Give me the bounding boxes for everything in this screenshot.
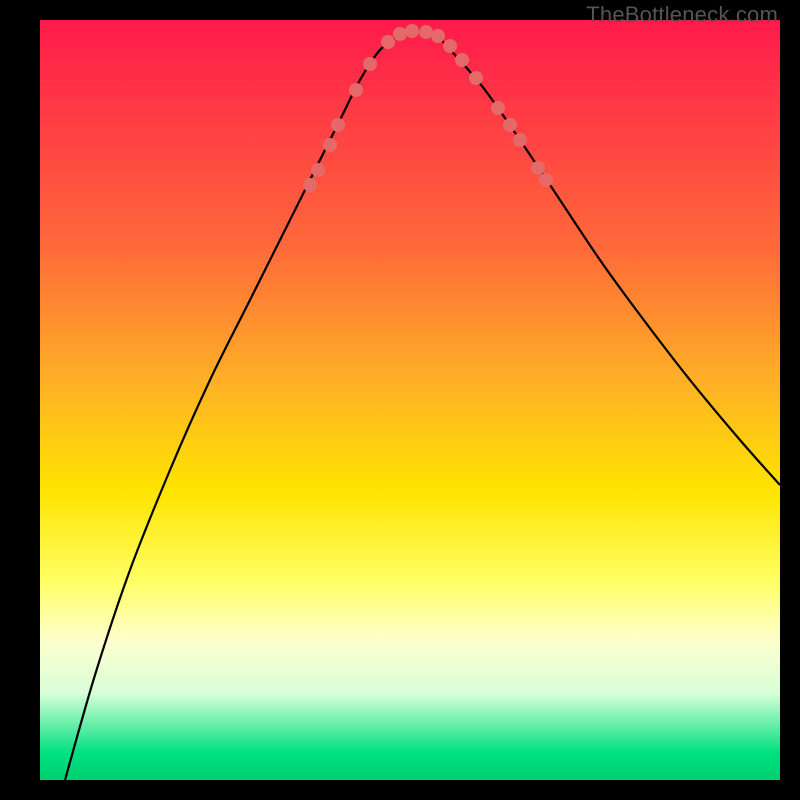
watermark-text: TheBottleneck.com [586, 2, 778, 28]
data-marker [531, 161, 545, 175]
data-marker [469, 71, 483, 85]
plot-area [40, 20, 780, 780]
data-marker [455, 53, 469, 67]
data-marker [431, 29, 445, 43]
data-marker [503, 118, 517, 132]
data-marker [363, 57, 377, 71]
data-marker [491, 101, 505, 115]
bottleneck-curve [65, 30, 780, 780]
data-marker [323, 138, 337, 152]
data-marker [513, 133, 527, 147]
data-marker [381, 35, 395, 49]
data-marker [393, 27, 407, 41]
data-marker [405, 24, 419, 38]
chart-frame: TheBottleneck.com [0, 0, 800, 800]
data-marker [443, 39, 457, 53]
curve-layer [40, 20, 780, 780]
data-marker [419, 25, 433, 39]
data-marker [331, 118, 345, 132]
data-marker [539, 173, 553, 187]
curve-markers [303, 24, 553, 192]
data-marker [349, 83, 363, 97]
data-marker [311, 163, 325, 177]
data-marker [303, 178, 317, 192]
